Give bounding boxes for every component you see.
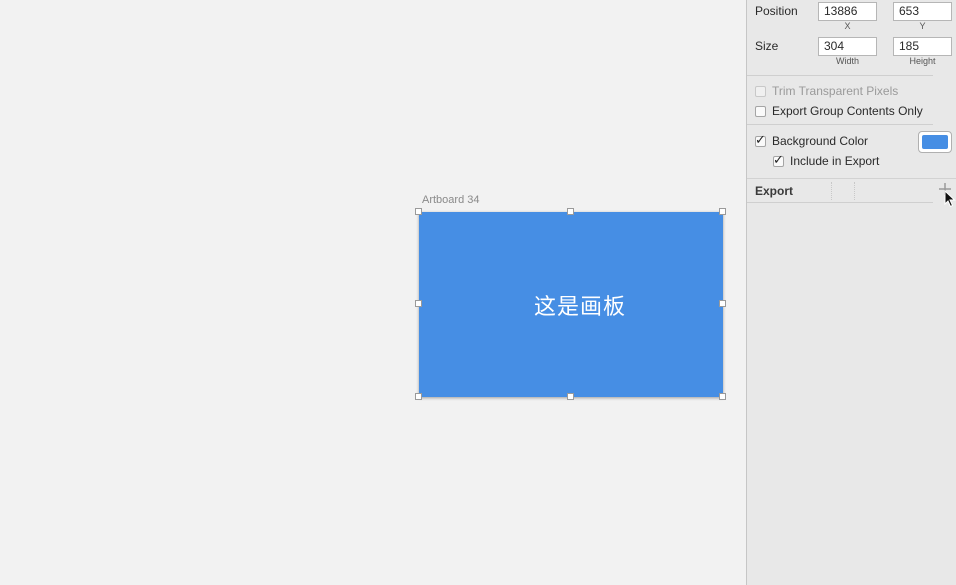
checkmark-icon: ✓ bbox=[773, 151, 784, 167]
position-y-caption: Y bbox=[919, 21, 926, 31]
export-label: Export bbox=[755, 184, 794, 198]
resize-handle-bottom[interactable] bbox=[567, 393, 574, 400]
arrow-cursor-icon bbox=[944, 190, 956, 208]
artboard[interactable]: 这是画板 bbox=[419, 212, 723, 397]
size-height-field[interactable]: 185 bbox=[893, 37, 952, 56]
include-in-export-checkbox[interactable]: ✓ bbox=[773, 151, 784, 167]
divider bbox=[747, 202, 933, 203]
size-height-caption: Height bbox=[909, 56, 936, 66]
position-x-field[interactable]: 13886 bbox=[818, 2, 877, 21]
export-section-header: Export bbox=[747, 178, 956, 203]
resize-handle-top-right[interactable] bbox=[719, 208, 726, 215]
background-color-label[interactable]: Background Color bbox=[772, 134, 868, 148]
position-y-field[interactable]: 653 bbox=[893, 2, 952, 21]
trim-transparent-pixels-checkbox bbox=[755, 85, 766, 97]
artboard-text[interactable]: 这是画板 bbox=[534, 289, 626, 321]
background-color-option[interactable]: ✓ Background Color bbox=[755, 131, 868, 148]
include-in-export-label[interactable]: Include in Export bbox=[790, 154, 879, 168]
position-label: Position bbox=[755, 4, 798, 18]
checkmark-icon: ✓ bbox=[755, 131, 766, 147]
resize-handle-bottom-right[interactable] bbox=[719, 393, 726, 400]
resize-handle-top-left[interactable] bbox=[415, 208, 422, 215]
divider bbox=[747, 75, 933, 76]
position-x-caption: X bbox=[844, 21, 851, 31]
resize-handle-bottom-left[interactable] bbox=[415, 393, 422, 400]
export-group-contents-only-option[interactable]: Export Group Contents Only bbox=[755, 104, 923, 118]
trim-transparent-pixels-label: Trim Transparent Pixels bbox=[772, 84, 899, 98]
inspector-panel: Position 13886 653 X Y Size 304 185 Widt… bbox=[746, 0, 956, 585]
background-color-swatch bbox=[922, 135, 948, 149]
artboard-title[interactable]: Artboard 34 bbox=[422, 194, 479, 206]
resize-handle-left[interactable] bbox=[415, 300, 422, 307]
drag-handle bbox=[831, 182, 855, 200]
resize-handle-top[interactable] bbox=[567, 208, 574, 215]
divider bbox=[747, 124, 933, 125]
resize-handle-right[interactable] bbox=[719, 300, 726, 307]
size-label: Size bbox=[755, 39, 779, 53]
export-group-contents-only-checkbox[interactable] bbox=[755, 105, 766, 117]
export-group-contents-only-label[interactable]: Export Group Contents Only bbox=[772, 104, 923, 118]
canvas[interactable]: Artboard 34 这是画板 bbox=[0, 0, 746, 585]
size-width-caption: Width bbox=[835, 56, 859, 66]
size-width-field[interactable]: 304 bbox=[818, 37, 877, 56]
background-color-checkbox[interactable]: ✓ bbox=[755, 131, 766, 147]
include-in-export-option[interactable]: ✓ Include in Export bbox=[773, 151, 879, 168]
trim-transparent-pixels-option: Trim Transparent Pixels bbox=[755, 84, 898, 98]
background-color-well[interactable] bbox=[918, 131, 952, 153]
